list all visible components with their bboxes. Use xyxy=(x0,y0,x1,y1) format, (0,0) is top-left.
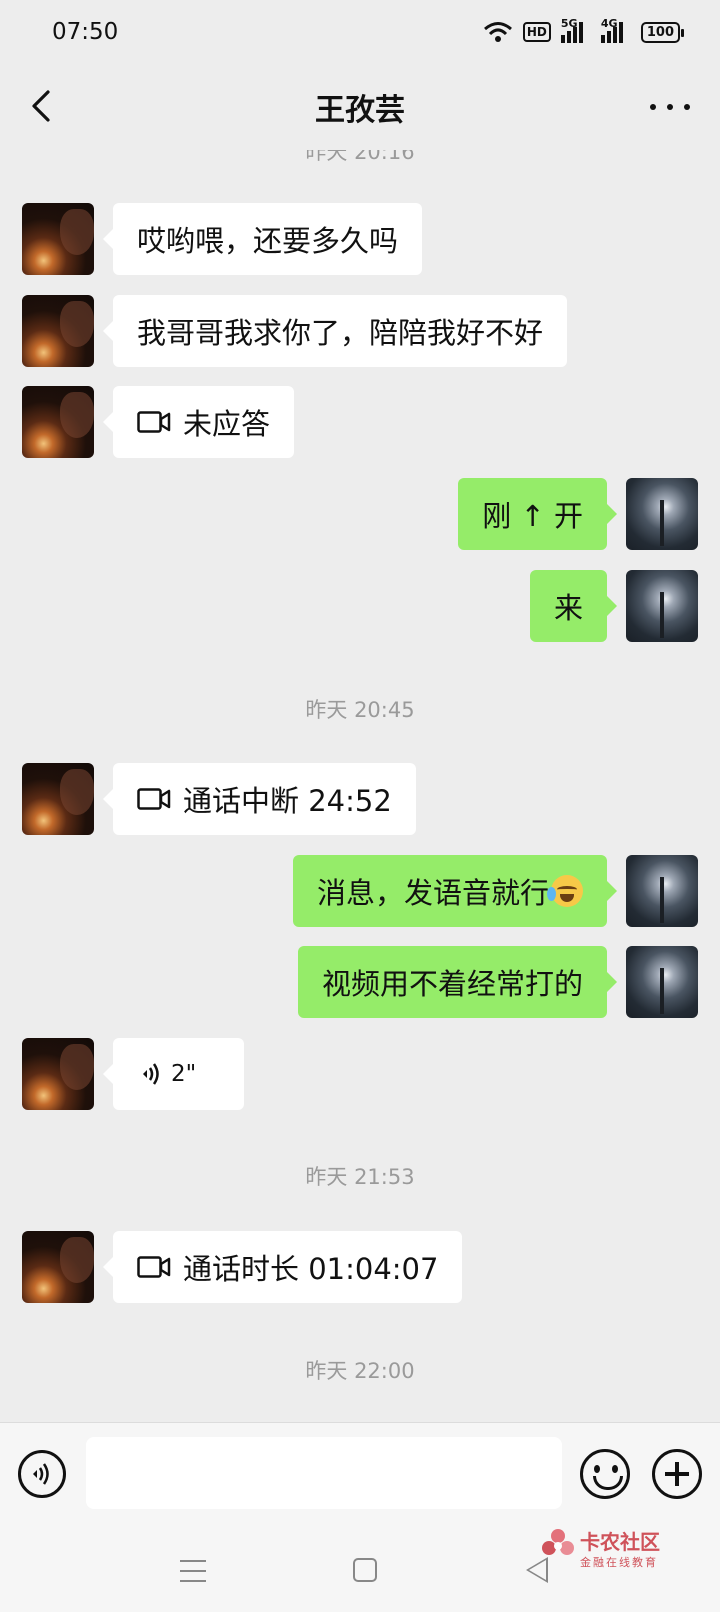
menu-icon[interactable] xyxy=(180,1560,206,1582)
timestamp: 昨天 20:16 xyxy=(305,150,415,164)
video-call-icon xyxy=(137,1256,171,1278)
more-dots-icon[interactable] xyxy=(650,92,690,122)
voice-duration: 2" xyxy=(171,1061,197,1087)
call-status-text: 通话时长 01:04:07 xyxy=(183,1252,439,1286)
wifi-icon xyxy=(483,22,512,42)
call-status-text: 通话中断 24:52 xyxy=(183,784,392,818)
voice-wave-icon xyxy=(143,1063,159,1085)
message-text: 我哥哥我求你了，陪陪我好不好 xyxy=(137,316,544,350)
emoji-icon[interactable] xyxy=(580,1449,630,1499)
message-text: 哎哟喂，还要多久吗 xyxy=(137,224,399,258)
signal-4g-icon: 4G xyxy=(600,17,631,43)
chat-header: 王孜芸 xyxy=(0,64,720,150)
contact-avatar[interactable] xyxy=(22,763,94,835)
status-time: 07:50 xyxy=(52,19,119,45)
message-bubble[interactable]: 刚 ↑ 开 xyxy=(458,478,617,550)
crying-laugh-emoji-icon xyxy=(547,875,583,907)
video-call-icon xyxy=(137,411,171,433)
call-status-text: 未应答 xyxy=(183,407,271,441)
hd-badge: HD xyxy=(522,22,551,42)
chat-title: 王孜芸 xyxy=(315,93,405,128)
message-bubble[interactable]: 我哥哥我求你了，陪陪我好不好 xyxy=(102,295,568,367)
message-bubble[interactable]: 哎哟喂，还要多久吗 xyxy=(102,203,423,275)
video-call-bubble[interactable]: 通话中断 24:52 xyxy=(103,763,416,835)
my-avatar[interactable] xyxy=(626,946,698,1018)
watermark: 卡农社区 金融在线教育 xyxy=(540,1522,690,1592)
message-input[interactable] xyxy=(86,1437,562,1509)
message-text: 刚 ↑ 开 xyxy=(482,499,583,533)
home-icon[interactable] xyxy=(353,1558,377,1582)
contact-avatar[interactable] xyxy=(22,386,94,458)
status-bar: 07:50 HD 5G 4G 100 xyxy=(0,0,720,64)
video-call-bubble[interactable]: 未应答 xyxy=(102,386,295,458)
my-avatar[interactable] xyxy=(626,855,698,927)
status-icons: HD 5G 4G 100 xyxy=(483,17,685,43)
kanong-logo-icon xyxy=(542,1529,574,1555)
timestamp: 昨天 22:00 xyxy=(305,1359,415,1383)
signal-5g-icon: 5G xyxy=(560,17,591,43)
voice-input-icon[interactable] xyxy=(18,1450,66,1498)
message-text: 视频用不着经常打的 xyxy=(321,967,583,1001)
message-bubble[interactable]: 来 xyxy=(529,570,618,642)
timestamp: 昨天 21:53 xyxy=(305,1165,415,1189)
contact-avatar[interactable] xyxy=(22,295,94,367)
message-bubble[interactable]: 视频用不着经常打的 xyxy=(297,946,618,1018)
chat-area[interactable]: 昨天 20:16 哎哟喂，还要多久吗 我哥哥我求你了，陪陪我好不好 未应答 刚 … xyxy=(0,150,720,1422)
watermark-subtitle: 金融在线教育 xyxy=(580,1556,658,1569)
chevron-left-icon[interactable] xyxy=(22,86,62,126)
plus-icon[interactable] xyxy=(652,1449,702,1499)
video-call-bubble[interactable]: 通话时长 01:04:07 xyxy=(102,1231,463,1303)
message-text: 来 xyxy=(553,591,583,625)
my-avatar[interactable] xyxy=(626,570,698,642)
contact-avatar[interactable] xyxy=(22,203,94,275)
my-avatar[interactable] xyxy=(626,478,698,550)
voice-message-bubble[interactable]: 2" xyxy=(103,1038,244,1110)
watermark-title: 卡农社区 xyxy=(580,1530,660,1554)
contact-avatar[interactable] xyxy=(22,1231,94,1303)
battery-indicator: 100 xyxy=(640,21,685,43)
input-bar xyxy=(0,1422,720,1520)
contact-avatar[interactable] xyxy=(22,1038,94,1110)
message-text: 消息，发语音就行 xyxy=(316,876,549,910)
message-bubble[interactable]: 消息，发语音就行 xyxy=(292,855,618,927)
video-call-icon xyxy=(137,788,171,810)
timestamp: 昨天 20:45 xyxy=(305,698,415,722)
